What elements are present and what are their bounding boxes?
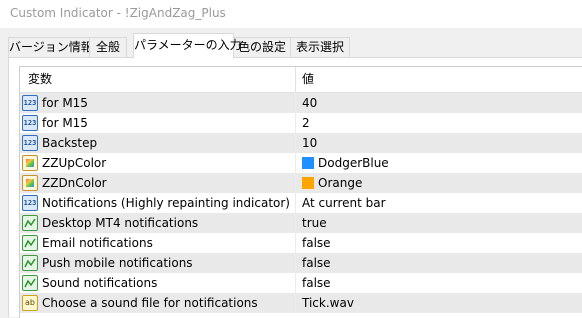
tab-panel: 変数 値 123 for M15 40 123 for M15 2 123 Ba… bbox=[8, 57, 582, 318]
param-value[interactable]: true bbox=[302, 213, 327, 233]
param-value[interactable]: false bbox=[302, 253, 331, 273]
table-row[interactable]: 123 for M15 40 bbox=[20, 93, 582, 113]
color-swatch bbox=[302, 157, 314, 169]
param-name: Notifications (Highly repainting indicat… bbox=[42, 196, 290, 210]
grid-rows: 123 for M15 40 123 for M15 2 123 Backste… bbox=[20, 93, 582, 313]
column-divider bbox=[295, 133, 296, 153]
int-icon: 123 bbox=[22, 135, 38, 151]
param-name: ZZDnColor bbox=[42, 176, 107, 190]
tab-label: 全般 bbox=[95, 40, 120, 54]
table-row[interactable]: ab Choose a sound file for notifications… bbox=[20, 293, 582, 313]
tab-label: パラメーターの入力 bbox=[134, 38, 242, 52]
param-name: Choose a sound file for notifications bbox=[42, 296, 258, 310]
table-row[interactable]: Email notifications false bbox=[20, 233, 582, 253]
param-value[interactable]: At current bar bbox=[302, 193, 386, 213]
tab-label: バージョン情報 bbox=[9, 40, 93, 54]
table-row[interactable]: Sound notifications false bbox=[20, 273, 582, 293]
header-variable[interactable]: 変数 bbox=[28, 67, 52, 92]
table-row[interactable]: 123 for M15 2 bbox=[20, 113, 582, 133]
param-value[interactable]: Tick.wav bbox=[302, 293, 354, 313]
column-divider bbox=[295, 233, 296, 253]
column-divider bbox=[295, 253, 296, 273]
param-name: Backstep bbox=[42, 136, 98, 150]
color-icon bbox=[22, 175, 38, 191]
color-name: DodgerBlue bbox=[318, 156, 389, 170]
int-icon: 123 bbox=[22, 95, 38, 111]
tab-visualization[interactable]: 表示選択 bbox=[290, 37, 350, 58]
color-icon bbox=[22, 155, 38, 171]
string-icon: ab bbox=[22, 295, 38, 311]
table-row[interactable]: Desktop MT4 notifications true bbox=[20, 213, 582, 233]
color-swatch bbox=[302, 177, 314, 189]
param-name: for M15 bbox=[42, 116, 88, 130]
bool-icon bbox=[22, 235, 38, 251]
table-row[interactable]: 123 Backstep 10 bbox=[20, 133, 582, 153]
column-divider[interactable] bbox=[295, 67, 296, 92]
column-divider bbox=[295, 293, 296, 313]
tab-label: 表示選択 bbox=[295, 40, 344, 54]
tab-strip: バージョン情報 全般 パラメーターの入力 色の設定 表示選択 bbox=[0, 28, 582, 58]
param-name: Sound notifications bbox=[42, 276, 158, 290]
int-icon: 123 bbox=[22, 115, 38, 131]
column-divider bbox=[295, 173, 296, 193]
param-value[interactable]: false bbox=[302, 273, 331, 293]
table-row[interactable]: ZZDnColor Orange bbox=[20, 173, 582, 193]
table-row[interactable]: Push mobile notifications false bbox=[20, 253, 582, 273]
grid-header: 変数 値 bbox=[20, 67, 582, 93]
param-name: Email notifications bbox=[42, 236, 153, 250]
param-value[interactable]: 2 bbox=[302, 113, 310, 133]
color-name: Orange bbox=[318, 176, 363, 190]
bool-icon bbox=[22, 275, 38, 291]
param-value[interactable]: DodgerBlue bbox=[302, 153, 389, 173]
column-divider bbox=[295, 273, 296, 293]
title-bar: Custom Indicator - !ZigAndZag_Plus bbox=[0, 0, 582, 28]
param-name: Push mobile notifications bbox=[42, 256, 193, 270]
tab-color-settings[interactable]: 色の設定 bbox=[233, 37, 291, 58]
bool-icon bbox=[22, 215, 38, 231]
param-name: Desktop MT4 notifications bbox=[42, 216, 199, 230]
tab-label: 色の設定 bbox=[237, 40, 286, 54]
param-name: ZZUpColor bbox=[42, 156, 107, 170]
tab-input-parameters[interactable]: パラメーターの入力 bbox=[133, 33, 242, 58]
parameters-grid: 変数 値 123 for M15 40 123 for M15 2 123 Ba… bbox=[19, 66, 582, 318]
tab-version-info[interactable]: バージョン情報 bbox=[8, 37, 93, 58]
table-row[interactable]: 123 Notifications (Highly repainting ind… bbox=[20, 193, 582, 213]
table-row[interactable]: ZZUpColor DodgerBlue bbox=[20, 153, 582, 173]
header-value[interactable]: 値 bbox=[302, 67, 314, 92]
param-name: for M15 bbox=[42, 96, 88, 110]
column-divider bbox=[295, 113, 296, 133]
param-value[interactable]: 40 bbox=[302, 93, 317, 113]
param-value[interactable]: 10 bbox=[302, 133, 317, 153]
window-title: Custom Indicator - !ZigAndZag_Plus bbox=[10, 6, 226, 20]
bool-icon bbox=[22, 255, 38, 271]
int-icon: 123 bbox=[22, 195, 38, 211]
column-divider bbox=[295, 93, 296, 113]
column-divider bbox=[295, 213, 296, 233]
column-divider bbox=[295, 193, 296, 213]
column-divider bbox=[295, 153, 296, 173]
param-value[interactable]: false bbox=[302, 233, 331, 253]
tab-general[interactable]: 全般 bbox=[89, 37, 127, 58]
param-value[interactable]: Orange bbox=[302, 173, 362, 193]
